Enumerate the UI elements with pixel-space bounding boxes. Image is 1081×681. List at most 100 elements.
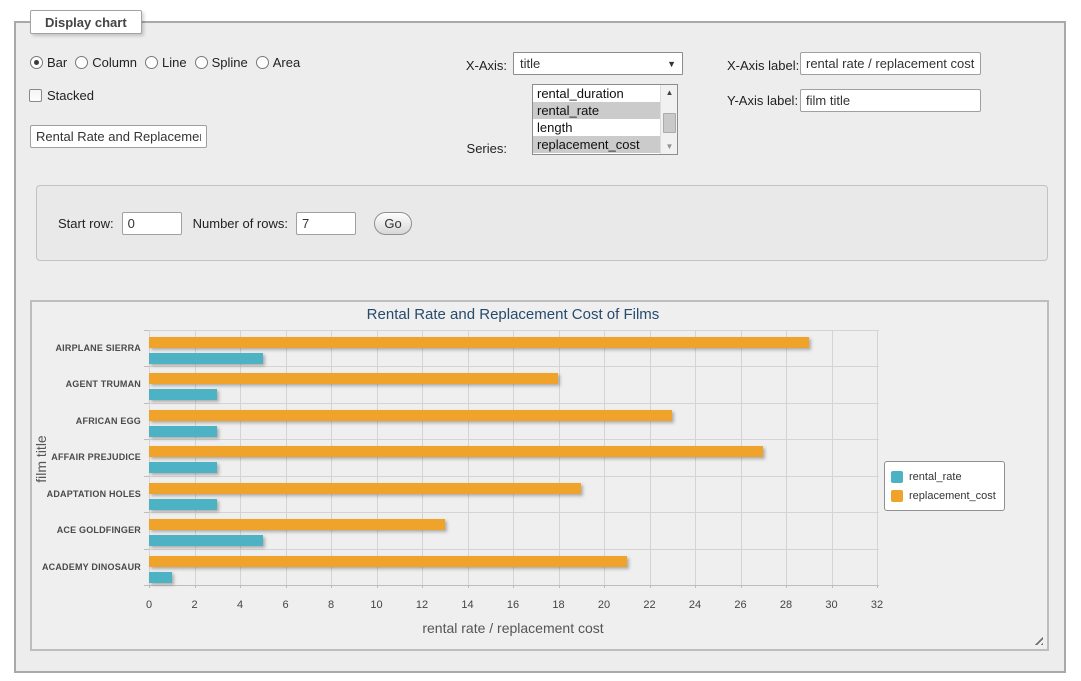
bar-replacement_cost[interactable] [149, 373, 558, 384]
chart-type-label: Spline [212, 55, 248, 70]
chart-type-bar[interactable]: Bar [30, 55, 67, 70]
bar-rental_rate[interactable] [149, 535, 263, 546]
x-axis-title: rental rate / replacement cost [32, 620, 994, 636]
series-options: rental_durationrental_ratelengthreplacem… [533, 85, 660, 154]
x-tick-label: 0 [129, 599, 169, 611]
x-gridline [559, 330, 560, 585]
y-gridline [149, 476, 879, 477]
stacked-checkbox[interactable] [29, 89, 42, 102]
x-axis-label-input[interactable] [800, 52, 981, 75]
chart-container: Rental Rate and Replacement Cost of Film… [30, 300, 1049, 651]
legend-label: rental_rate [909, 471, 962, 483]
radio-button[interactable] [195, 56, 208, 69]
chart-type-label: Area [273, 55, 300, 70]
bar-replacement_cost[interactable] [149, 446, 763, 457]
x-gridline [741, 330, 742, 585]
series-option-length[interactable]: length [533, 119, 660, 136]
chart-type-radio-group: Bar Column Line Spline Area [30, 55, 300, 70]
scrollbar-thumb[interactable] [663, 113, 676, 133]
stacked-label: Stacked [47, 88, 94, 103]
stacked-checkbox-row[interactable]: Stacked [29, 88, 94, 103]
category-label: AIRPLANE SIERRA [32, 343, 141, 353]
category-label: ACADEMY DINOSAUR [32, 562, 141, 572]
x-tick-label: 16 [493, 599, 533, 611]
x-tick-label: 30 [812, 599, 852, 611]
y-gridline [149, 439, 879, 440]
radio-button[interactable] [75, 56, 88, 69]
x-gridline [195, 330, 196, 585]
legend-item-rental_rate[interactable]: rental_rate [891, 467, 996, 486]
bar-rental_rate[interactable] [149, 499, 217, 510]
series-scrollbar[interactable]: ▲ ▼ [660, 85, 677, 154]
radio-button[interactable] [30, 56, 43, 69]
display-chart-fieldset: Display chart BarColumnLineSplineArea St… [14, 21, 1066, 673]
y-axis-label-input[interactable] [800, 89, 981, 112]
x-tick-label: 4 [220, 599, 260, 611]
x-gridline [695, 330, 696, 585]
x-axis-selected-value: title [520, 56, 540, 71]
x-tick-label: 22 [630, 599, 670, 611]
bar-replacement_cost[interactable] [149, 337, 809, 348]
chart-type-label: Line [162, 55, 187, 70]
bar-replacement_cost[interactable] [149, 483, 581, 494]
number-of-rows-input[interactable] [296, 212, 356, 235]
scroll-up-icon[interactable]: ▲ [661, 85, 678, 100]
x-axis-select[interactable]: title ▼ [513, 52, 683, 75]
legend-swatch [891, 490, 903, 502]
x-gridline [286, 330, 287, 585]
series-option-rental_rate[interactable]: rental_rate [533, 102, 660, 119]
bar-rental_rate[interactable] [149, 426, 217, 437]
radio-button[interactable] [145, 56, 158, 69]
bar-replacement_cost[interactable] [149, 410, 672, 421]
x-gridline [877, 330, 878, 585]
y-gridline [149, 549, 879, 550]
x-tick-label: 14 [448, 599, 488, 611]
category-label: AFRICAN EGG [32, 416, 141, 426]
radio-button[interactable] [256, 56, 269, 69]
bar-replacement_cost[interactable] [149, 519, 445, 530]
start-row-input[interactable] [122, 212, 182, 235]
category-label: AFFAIR PREJUDICE [32, 452, 141, 462]
x-tick-label: 12 [402, 599, 442, 611]
x-gridline [331, 330, 332, 585]
bar-rental_rate[interactable] [149, 353, 263, 364]
chart-type-spline[interactable]: Spline [195, 55, 248, 70]
chart-title: Rental Rate and Replacement Cost of Film… [32, 306, 994, 323]
x-tick-label: 8 [311, 599, 351, 611]
display-chart-legend: Display chart [30, 10, 142, 34]
x-tick-label: 10 [357, 599, 397, 611]
y-gridline [149, 403, 879, 404]
series-listbox[interactable]: rental_durationrental_ratelengthreplacem… [532, 84, 678, 155]
scroll-down-icon[interactable]: ▼ [661, 139, 678, 154]
resize-grip-icon[interactable] [1032, 634, 1043, 645]
chart-title-input[interactable] [30, 125, 207, 148]
x-gridline [832, 330, 833, 585]
y-gridline [149, 330, 879, 331]
y-gridline [149, 366, 879, 367]
x-tick-label: 6 [266, 599, 306, 611]
y-axis-label-label: Y-Axis label: [727, 93, 798, 108]
chart-type-line[interactable]: Line [145, 55, 187, 70]
x-tick-label: 24 [675, 599, 715, 611]
start-row-label: Start row: [58, 216, 114, 231]
chart-type-column[interactable]: Column [75, 55, 137, 70]
series-option-replacement_cost[interactable]: replacement_cost [533, 136, 660, 153]
bar-replacement_cost[interactable] [149, 556, 627, 567]
chart-type-label: Column [92, 55, 137, 70]
chart-legend: rental_rate replacement_cost [884, 461, 1005, 511]
series-option-rental_duration[interactable]: rental_duration [533, 85, 660, 102]
x-axis-label-label: X-Axis label: [727, 58, 799, 73]
y-gridline [149, 512, 879, 513]
x-tick-label: 20 [584, 599, 624, 611]
x-tick-label: 18 [539, 599, 579, 611]
x-tick-label: 28 [766, 599, 806, 611]
bar-rental_rate[interactable] [149, 389, 217, 400]
legend-item-replacement_cost[interactable]: replacement_cost [891, 486, 996, 505]
legend-swatch [891, 471, 903, 483]
bar-rental_rate[interactable] [149, 462, 217, 473]
x-gridline [149, 330, 150, 585]
chart-type-area[interactable]: Area [256, 55, 300, 70]
bar-rental_rate[interactable] [149, 572, 172, 583]
chevron-down-icon: ▼ [667, 59, 676, 69]
go-button[interactable]: Go [374, 212, 412, 235]
